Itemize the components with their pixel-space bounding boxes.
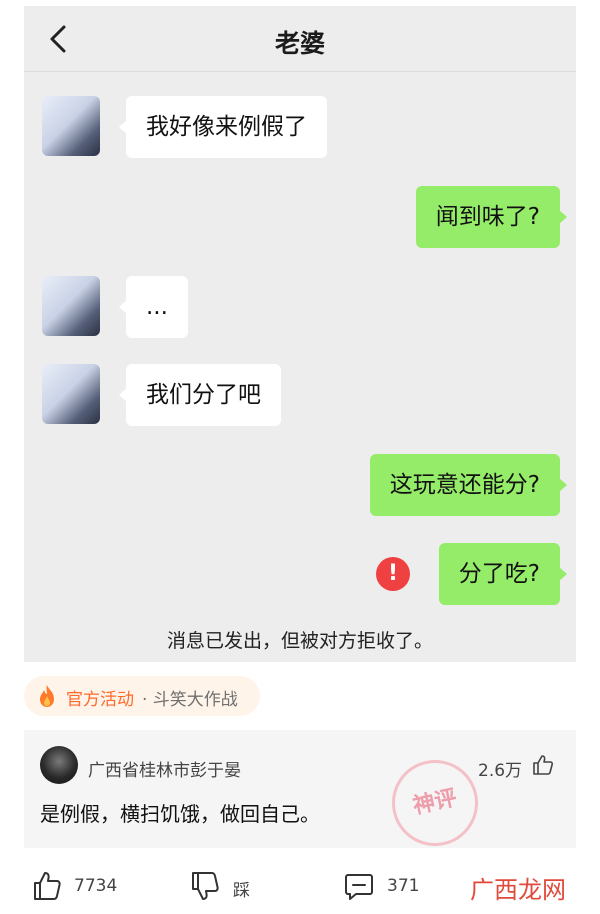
rejected-notice: 消息已发出，但被对方拒收了。 (166, 630, 433, 652)
commenter-name[interactable]: 广西省桂林市彭于晏 (88, 756, 241, 781)
message-bubble-outgoing: 分了吃? (438, 543, 568, 605)
activity-label: 官方活动 (66, 690, 134, 710)
comment-count: 371 (387, 876, 420, 896)
contact-avatar[interactable] (42, 276, 100, 336)
contact-avatar[interactable] (42, 96, 100, 156)
dislike-icon[interactable] (190, 870, 220, 902)
dislike-label: 踩 (233, 881, 250, 901)
site-watermark: 广西龙网 (470, 876, 566, 904)
like-icon[interactable] (32, 870, 62, 902)
comment-icon[interactable] (344, 870, 374, 902)
chat-screenshot: 老婆 我好像来例假了 闻到味了? ... 我们分了吧 这玩意还能分? ! 分了吃… (24, 6, 576, 662)
commenter-avatar[interactable] (40, 746, 78, 784)
message-bubble-outgoing: 这玩意还能分? (369, 454, 568, 516)
top-comment: 广西省桂林市彭于晏 2.6万 是例假，横扫饥饿，做回自己。 神评 (24, 730, 576, 855)
message-bubble-incoming: ... (119, 276, 188, 338)
comment-text: 是例假，横扫饥饿，做回自己。 (40, 802, 320, 826)
comment-like-count: 2.6万 (478, 761, 523, 781)
chat-title: 老婆 (274, 29, 325, 58)
activity-tag[interactable]: 官方活动 · 斗笑大作战 (24, 676, 260, 716)
message-bubble-incoming: 我们分了吧 (119, 364, 281, 426)
chat-header: 老婆 (24, 6, 576, 72)
screen: 老婆 我好像来例假了 闻到味了? ... 我们分了吧 这玩意还能分? ! 分了吃… (0, 0, 600, 914)
send-failed-icon[interactable]: ! (376, 557, 410, 591)
fire-icon (40, 685, 54, 707)
contact-avatar[interactable] (42, 364, 100, 424)
message-bubble-incoming: 我好像来例假了 (119, 96, 327, 158)
activity-name: · 斗笑大作战 (142, 690, 238, 710)
featured-comment-stamp: 神评 (383, 751, 487, 855)
message-bubble-outgoing: 闻到味了? (415, 186, 568, 248)
like-count: 7734 (74, 876, 118, 896)
thumbs-up-icon[interactable] (532, 754, 554, 776)
